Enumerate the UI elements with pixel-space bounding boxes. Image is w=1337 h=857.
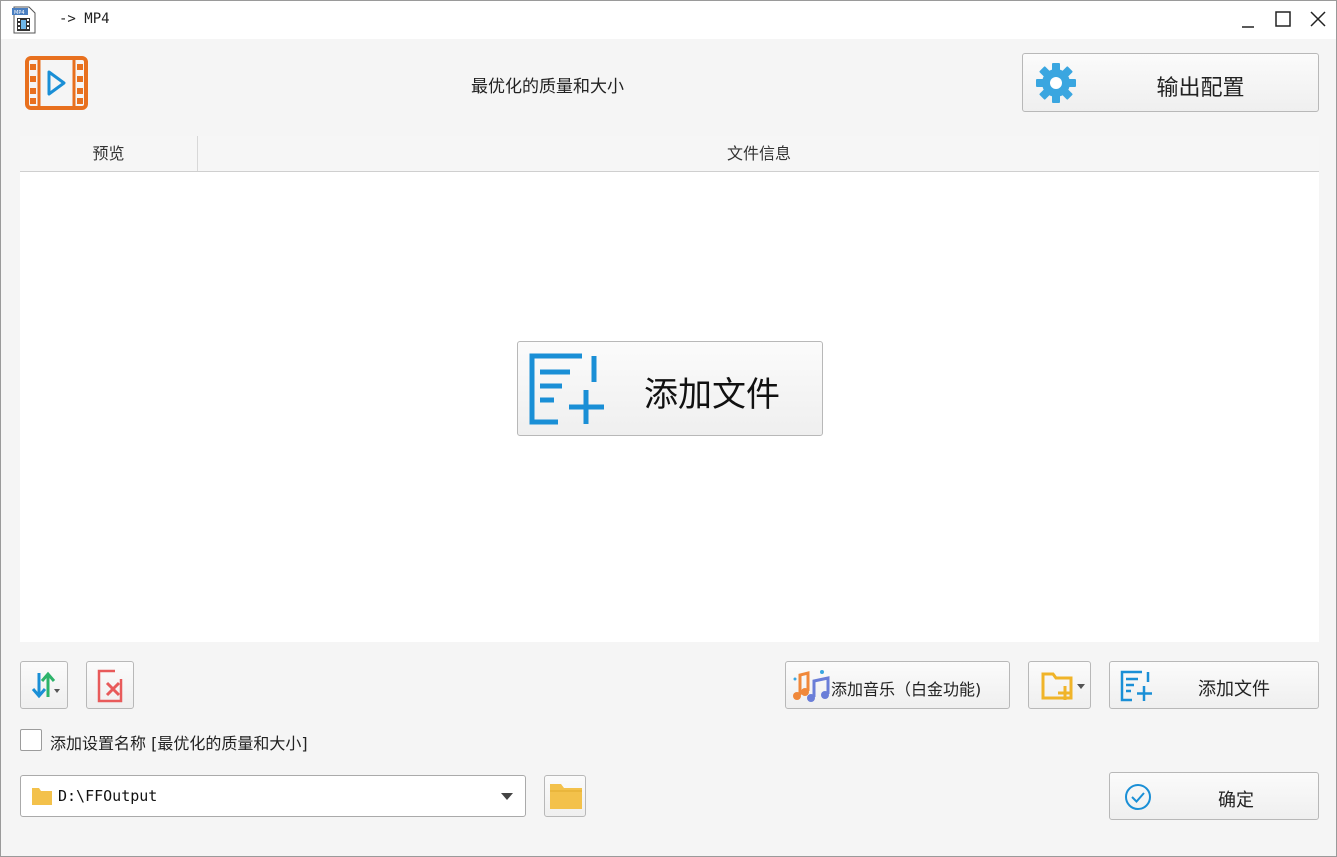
app-window: MP4 -> MP4 最优化的质量和大小 输出配置 预览 文件信息 添加文件 添…	[0, 0, 1337, 857]
add-folder-button[interactable]	[1028, 661, 1091, 709]
window-title: -> MP4	[59, 11, 110, 27]
browse-folder-button[interactable]	[544, 775, 586, 817]
music-icon	[793, 670, 830, 702]
sort-icon	[31, 671, 60, 699]
maximize-icon[interactable]	[1271, 7, 1295, 31]
output-settings-label: 输出配置	[1156, 76, 1245, 101]
preset-title: 最优化的质量和大小	[471, 77, 624, 97]
svg-text:MP4: MP4	[14, 10, 25, 16]
clear-list-icon	[97, 669, 123, 703]
add-file-icon	[1120, 670, 1152, 702]
confirm-button[interactable]: 确定	[1109, 772, 1319, 820]
output-settings-button[interactable]: 输出配置	[1022, 53, 1319, 112]
mp4-file-icon: MP4	[12, 6, 36, 34]
minimize-icon[interactable]	[1236, 7, 1260, 31]
add-preset-name-label: 添加设置名称 [最优化的质量和大小]	[50, 734, 308, 753]
close-icon[interactable]	[1306, 7, 1330, 31]
add-music-button[interactable]: 添加音乐（白金功能)	[785, 661, 1010, 709]
add-files-label: 添加文件	[1198, 679, 1270, 700]
title-bar: MP4 -> MP4	[1, 1, 1336, 39]
column-header-file-info[interactable]: 文件信息	[199, 136, 1319, 171]
add-folder-icon	[1041, 672, 1085, 700]
clear-list-button[interactable]	[86, 661, 134, 709]
check-circle-icon	[1125, 784, 1151, 810]
add-preset-name-checkbox[interactable]	[20, 729, 42, 751]
chevron-down-icon[interactable]	[501, 793, 513, 800]
video-file-icon	[25, 56, 88, 110]
file-list[interactable]: 预览 文件信息 添加文件	[20, 136, 1319, 642]
folder-icon	[32, 788, 52, 805]
add-files-center-label: 添加文件	[644, 375, 780, 415]
add-music-label: 添加音乐（白金功能)	[831, 680, 982, 699]
add-files-button[interactable]: 添加文件	[1109, 661, 1319, 709]
add-files-center-button[interactable]: 添加文件	[517, 341, 823, 436]
list-header: 预览 文件信息	[20, 136, 1319, 172]
output-folder-select[interactable]: D:\FFOutput	[20, 775, 526, 817]
confirm-label: 确定	[1218, 790, 1254, 811]
output-folder-path: D:\FFOutput	[58, 787, 158, 805]
folder-icon	[550, 784, 582, 809]
add-file-icon	[529, 353, 604, 425]
sort-button[interactable]	[20, 661, 68, 709]
column-header-preview[interactable]: 预览	[20, 136, 198, 171]
